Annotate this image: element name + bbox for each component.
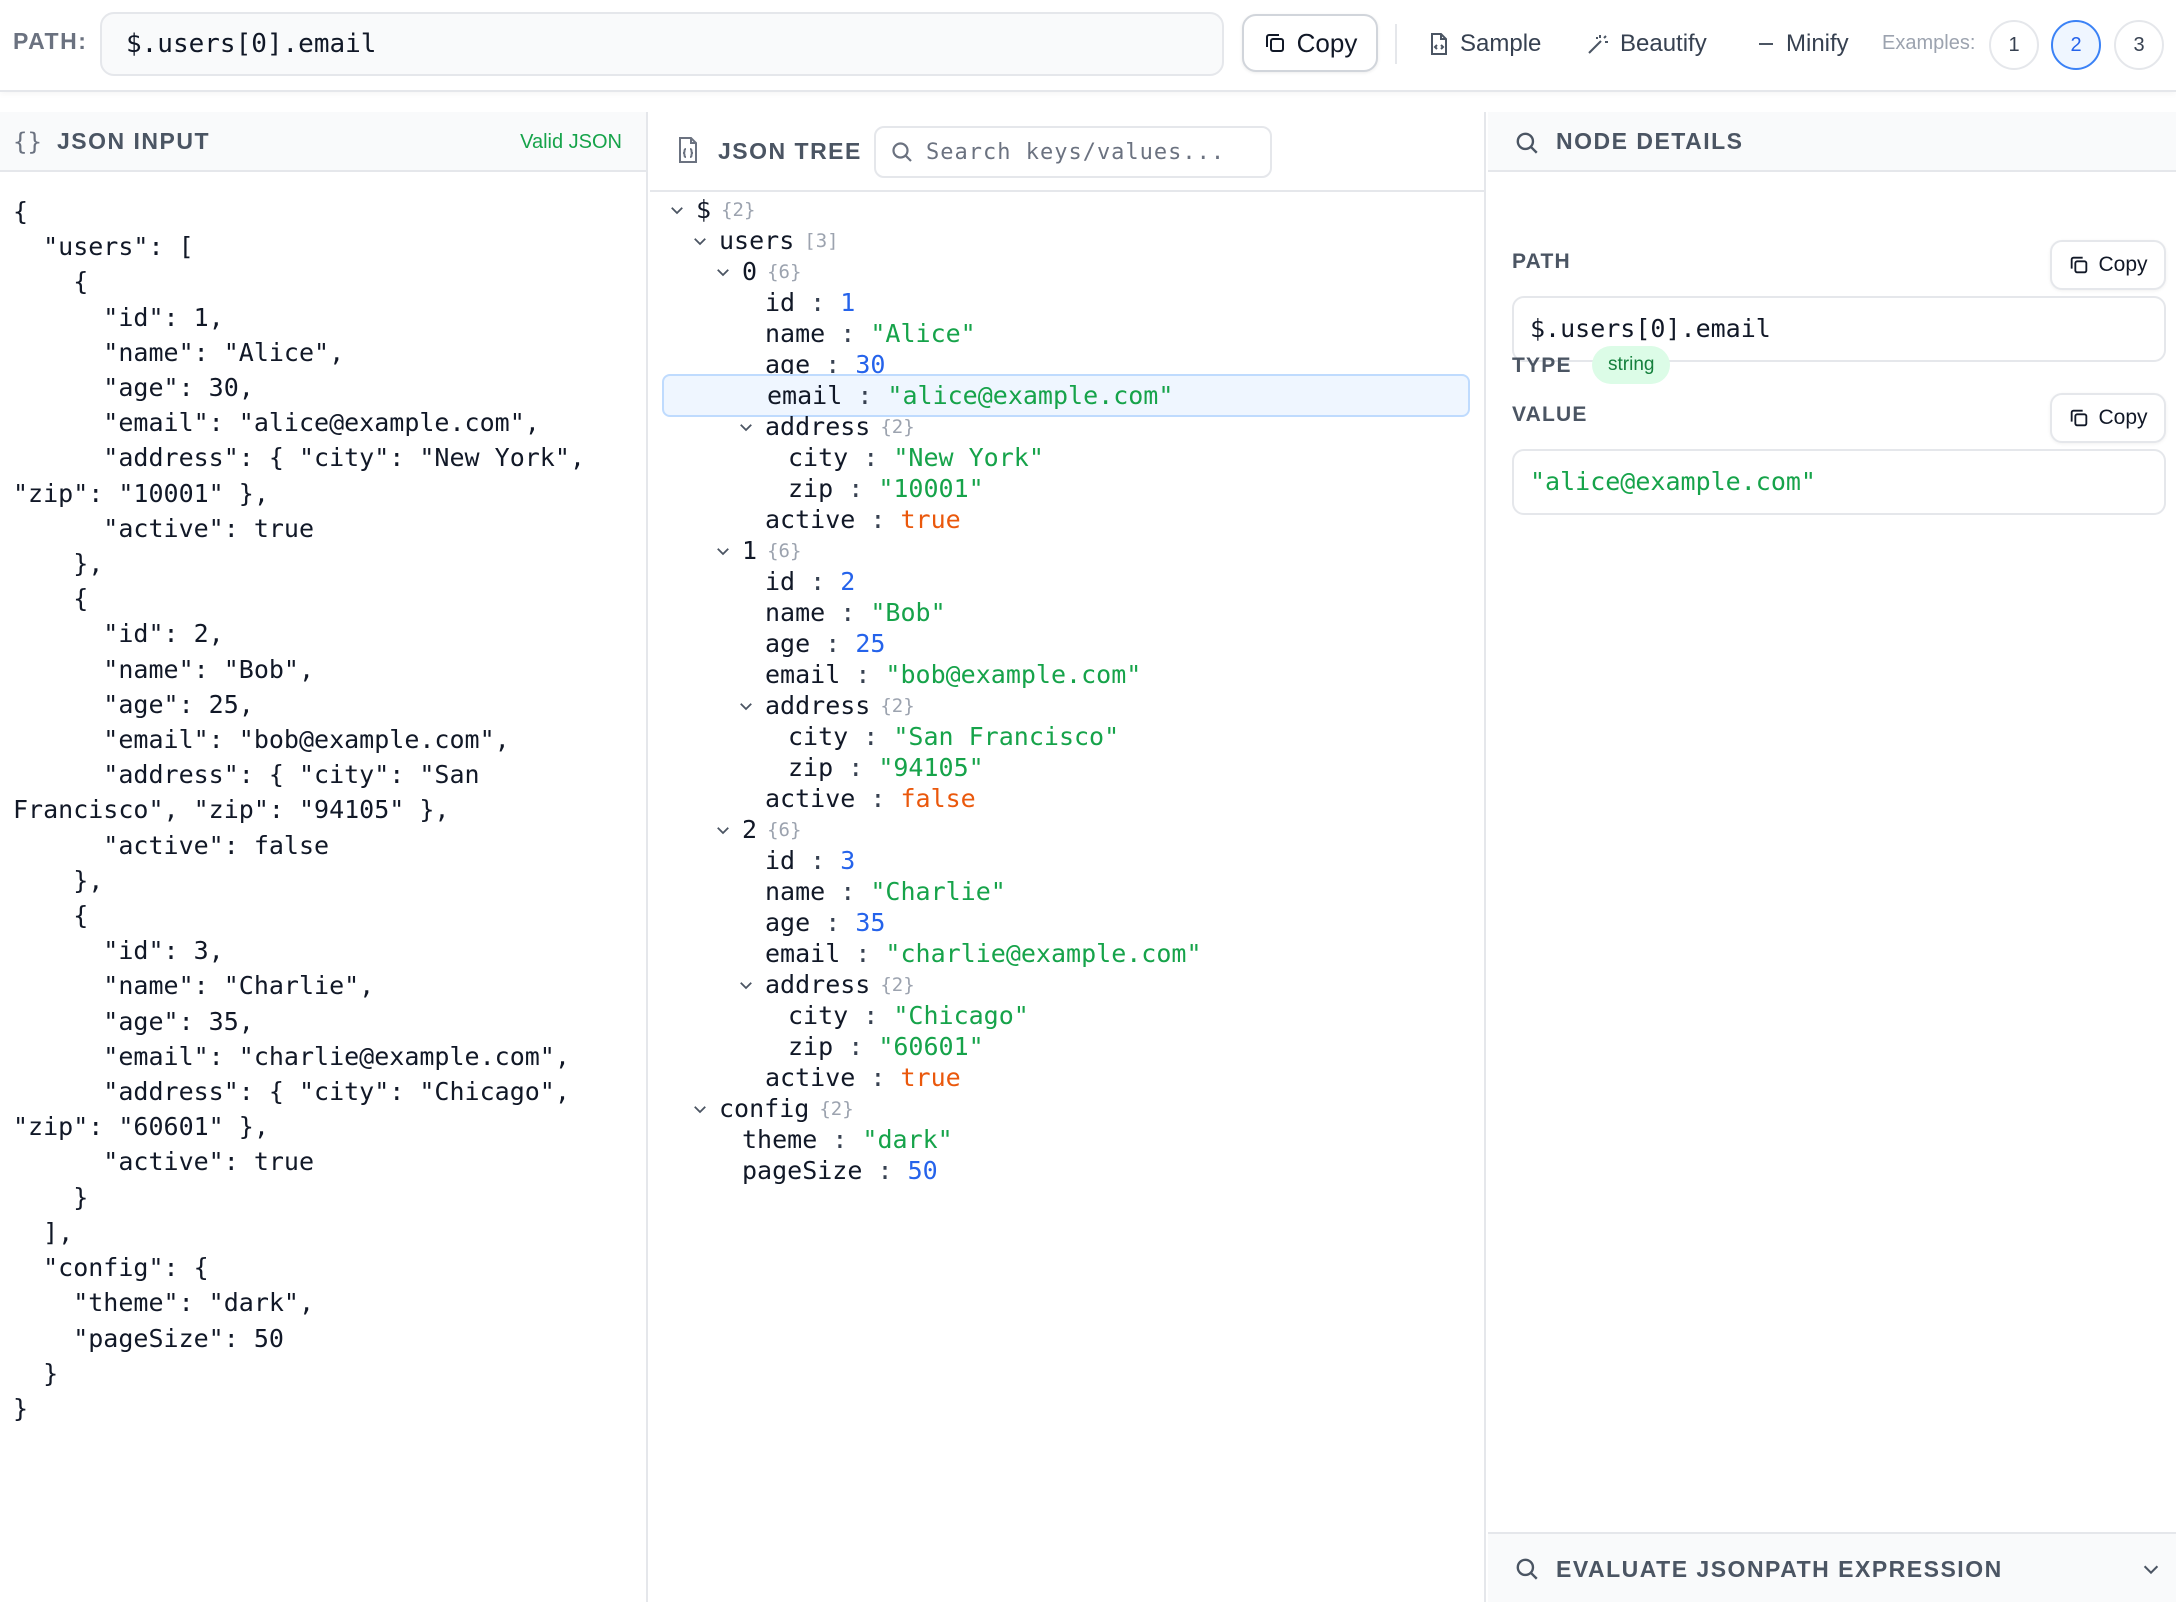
beautify-label: Beautify <box>1620 30 1707 57</box>
node-key: pageSize <box>742 1156 863 1185</box>
evaluate-jsonpath-title: EVALUATE JSONPATH EXPRESSION <box>1556 1556 2003 1582</box>
node-separator: : <box>855 784 901 813</box>
path-input[interactable]: $.users[0].email <box>100 12 1224 76</box>
node-count: {2} <box>721 198 756 221</box>
sample-label: Sample <box>1460 30 1542 57</box>
search-input[interactable] <box>926 139 1256 165</box>
copy-detail-path-button[interactable]: Copy <box>2050 240 2166 290</box>
file-json-icon <box>679 137 697 163</box>
node-value: true <box>900 505 961 534</box>
chevron-down-icon[interactable] <box>666 201 688 219</box>
evaluate-jsonpath-toggle[interactable]: EVALUATE JSONPATH EXPRESSION <box>1488 1532 2176 1602</box>
json-input-title: JSON INPUT <box>57 128 211 154</box>
path-label: PATH: <box>13 28 88 54</box>
braces-icon: {} <box>13 128 42 156</box>
minus-icon <box>1759 43 1773 45</box>
chevron-down-icon <box>2143 1565 2159 1575</box>
node-count: [3] <box>804 229 839 252</box>
copy-icon <box>2071 409 2088 427</box>
copy-label: Copy <box>1296 27 1358 58</box>
sample-button[interactable]: Sample <box>1428 26 1541 62</box>
node-count: {2} <box>819 1097 854 1120</box>
search-icon <box>892 142 912 162</box>
copy-icon <box>1265 34 1284 52</box>
tree-node[interactable]: pageSize : 50 <box>712 1149 938 1192</box>
chevron-down-icon[interactable] <box>712 263 734 281</box>
chevron-down-icon[interactable] <box>689 232 711 250</box>
chevron-down-icon[interactable] <box>735 697 757 715</box>
detail-value: "alice@example.com" <box>1512 449 2166 515</box>
chevron-down-icon[interactable] <box>735 418 757 436</box>
node-value: 50 <box>907 1156 938 1185</box>
toolbar: PATH: $.users[0].email Copy Sample Beaut… <box>0 0 2176 92</box>
node-separator: : <box>862 1156 908 1185</box>
detail-path-label: PATH <box>1512 250 1571 273</box>
json-tree-panel: JSON TREE ${2}users[3]0{6}id : 1name : "… <box>650 112 1486 1602</box>
copy-detail-value-button[interactable]: Copy <box>2050 393 2166 443</box>
tree-search[interactable] <box>874 126 1272 178</box>
node-count: {6} <box>767 539 802 562</box>
detail-type-label: TYPE <box>1512 354 1572 377</box>
toolbar-divider <box>1395 24 1397 64</box>
minify-label: Minify <box>1786 30 1849 57</box>
copy-path-button[interactable]: Copy <box>1242 14 1378 72</box>
node-value: "Alice" <box>870 319 976 348</box>
node-value: "charlie@example.com" <box>885 939 1202 968</box>
valid-status: Valid JSON <box>520 131 622 153</box>
chevron-down-icon[interactable] <box>735 976 757 994</box>
search-icon <box>1516 1558 1538 1580</box>
node-value: "bob@example.com" <box>885 660 1142 689</box>
json-input-editor[interactable]: { "users": [ { "id": 1, "name": "Alice",… <box>13 194 633 1426</box>
node-value: "Charlie" <box>870 877 1006 906</box>
json-tree-header: JSON TREE <box>650 112 1484 192</box>
node-count: {6} <box>767 818 802 841</box>
examples-label: Examples: <box>1882 32 1976 54</box>
copy-label: Copy <box>2098 253 2148 276</box>
type-badge: string <box>1592 346 1671 384</box>
json-tree-title: JSON TREE <box>718 138 862 164</box>
node-value: "alice@example.com" <box>887 381 1174 410</box>
node-count: {2} <box>880 973 915 996</box>
node-separator: : <box>855 505 901 534</box>
node-count: {2} <box>880 694 915 717</box>
chevron-down-icon[interactable] <box>712 821 734 839</box>
example-button-3[interactable]: 3 <box>2114 20 2164 70</box>
node-value: false <box>900 784 976 813</box>
json-input-header: {} JSON INPUT Valid JSON <box>0 112 646 172</box>
minify-button[interactable]: Minify <box>1756 26 1849 62</box>
node-value: true <box>900 1063 961 1092</box>
magic-wand-icon <box>1588 35 1608 54</box>
file-code-icon <box>1431 33 1447 55</box>
node-count: {2} <box>880 415 915 438</box>
search-icon <box>1516 132 1538 154</box>
example-button-2[interactable]: 2 <box>2051 20 2101 70</box>
copy-icon <box>2071 256 2088 274</box>
node-details-title: NODE DETAILS <box>1556 128 1744 154</box>
node-details-panel: NODE DETAILS PATH Copy $.users[0].email … <box>1488 112 2176 1602</box>
detail-value-label: VALUE <box>1512 403 1588 426</box>
copy-label: Copy <box>2098 406 2148 429</box>
chevron-down-icon[interactable] <box>712 542 734 560</box>
beautify-button[interactable]: Beautify <box>1586 26 1707 62</box>
node-separator: : <box>855 1063 901 1092</box>
example-button-1[interactable]: 1 <box>1989 20 2039 70</box>
node-count: {6} <box>767 260 802 283</box>
json-input-panel: {} JSON INPUT Valid JSON { "users": [ { … <box>0 112 648 1602</box>
node-details-header: NODE DETAILS <box>1488 112 2176 172</box>
chevron-down-icon[interactable] <box>689 1100 711 1118</box>
